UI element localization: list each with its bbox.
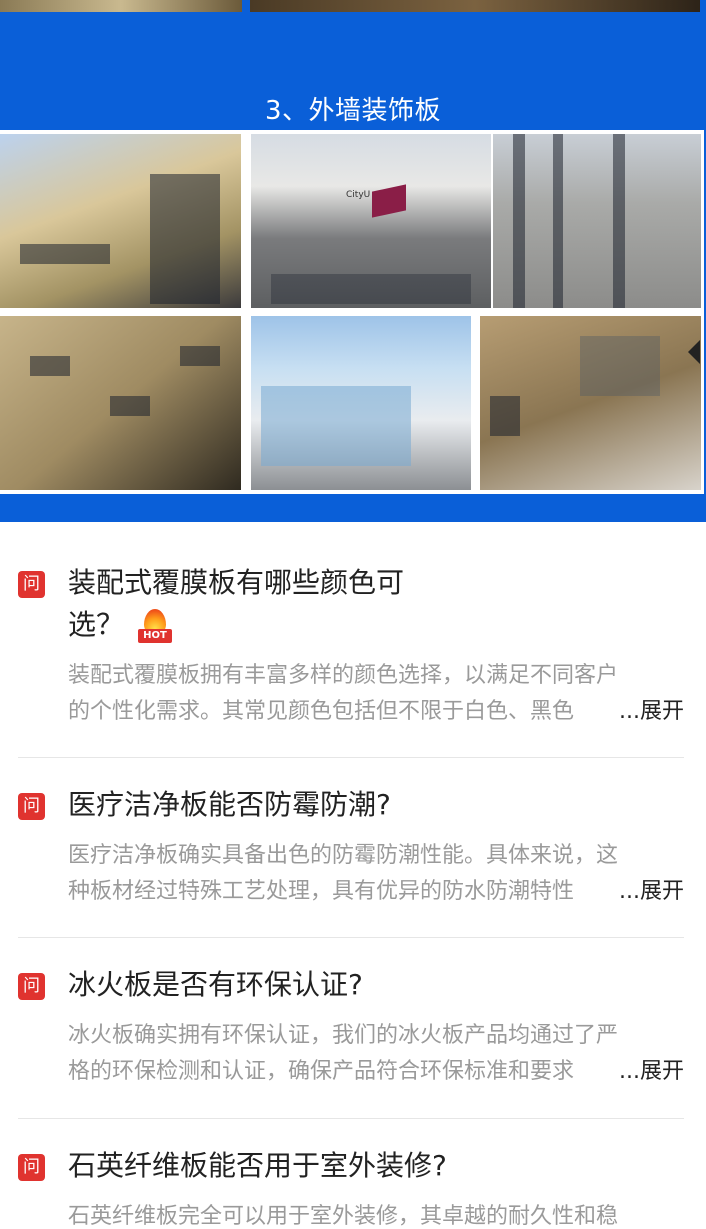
gallery-image-4[interactable] [0,316,241,490]
faq-answer: 冰火板确实拥有环保认证，我们的冰火板产品均通过了严 格的环保检测和认证，确保产品… [68,1023,619,1084]
gallery-image-3[interactable] [493,134,701,308]
question-badge: 问 [18,973,45,1000]
divider [18,757,684,758]
gallery-image-1[interactable] [0,134,241,308]
expand-link[interactable]: ...展开 [617,694,684,730]
question-badge: 问 [18,571,45,598]
faq-answer: 医疗洁净板确实具备出色的防霉防潮性能。具体来说，这 种板材经过特殊工艺处理，具有… [68,843,619,904]
gallery-next-arrow[interactable] [688,340,700,364]
section-header: 3、外墙装饰板 [0,18,706,130]
question-badge: 问 [18,1154,45,1181]
faq-question-text[interactable]: 医疗洁净板能否防霉防潮? [68,784,668,826]
expand-link[interactable]: ...展开 [617,874,684,910]
exterior-panel-gallery: CityU [0,130,706,522]
divider [18,937,684,938]
gallery-photo [0,0,242,12]
gallery-image-5[interactable] [251,316,471,490]
faq-answer: 石英纤维板完全可以用于室外装修，其卓越的耐久性和稳 [68,1204,619,1229]
faq-answer: 装配式覆膜板拥有丰富多样的颜色选择，以满足不同客户 的个性化需求。其常见颜色包括… [68,663,619,724]
section-title: 3、外墙装饰板 [264,96,442,126]
gallery-grid: CityU [0,130,704,494]
hot-icon: HOT [138,609,173,643]
gallery-image-2[interactable] [251,134,491,308]
faq-question-text[interactable]: 石英纤维板能否用于室外装修? [68,1145,668,1187]
gallery-photo [250,0,700,12]
divider [18,1118,684,1119]
gallery-image-6[interactable] [480,316,701,490]
question-badge: 问 [18,793,45,820]
faq-question-text[interactable]: 装配式覆膜板有哪些颜色可选？ HOT [68,562,448,646]
building-logo-text: CityU [346,190,371,200]
expand-link[interactable]: ...展开 [617,1054,684,1090]
previous-gallery-strip [0,0,706,18]
faq-question-text[interactable]: 冰火板是否有环保认证? [68,964,668,1006]
